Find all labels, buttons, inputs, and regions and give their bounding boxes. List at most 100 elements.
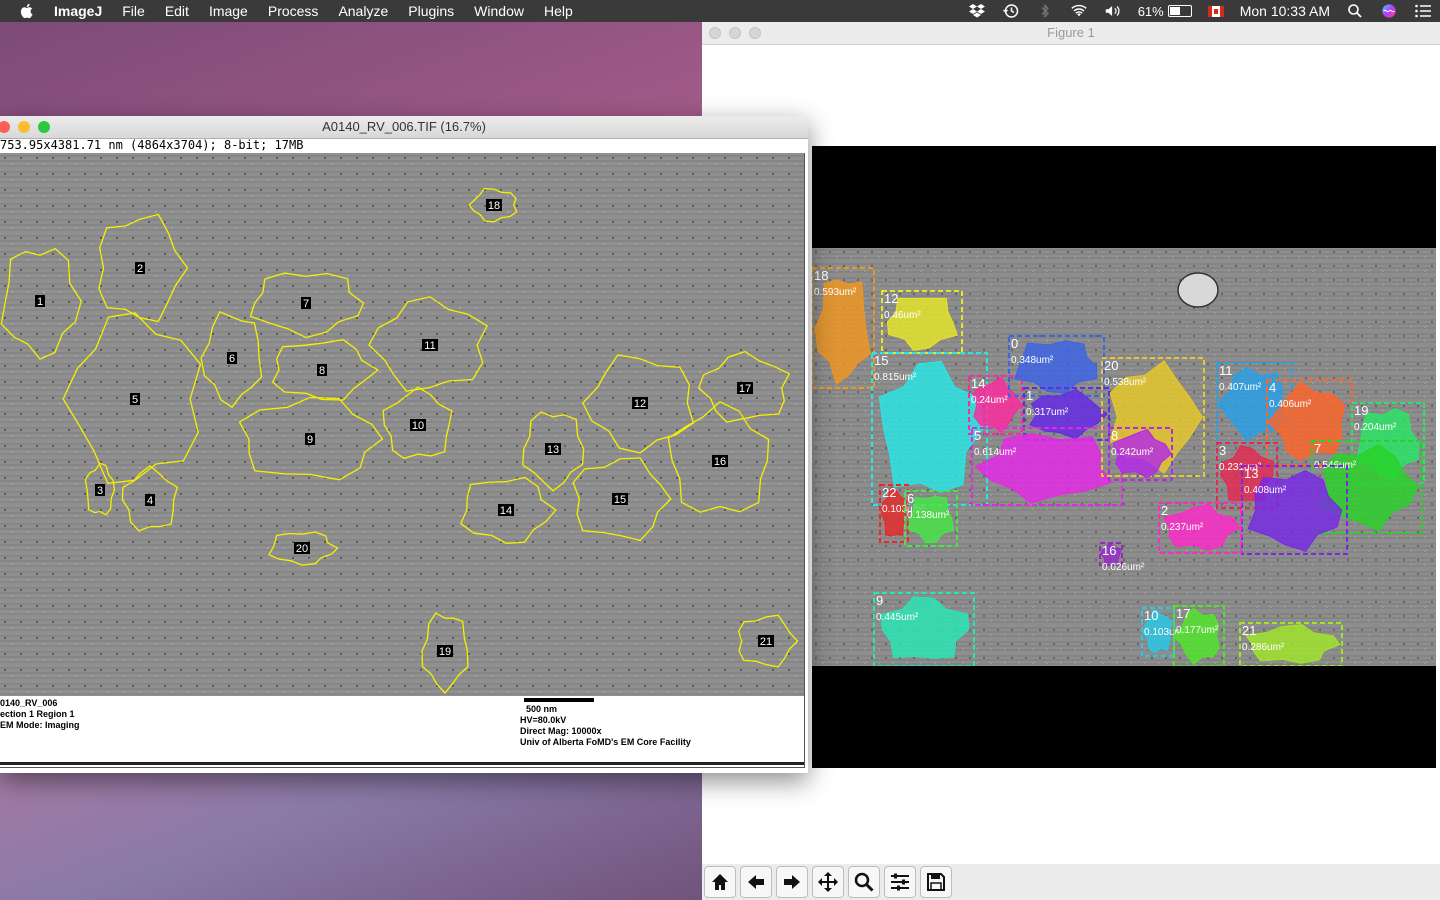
wifi-icon[interactable] bbox=[1070, 3, 1088, 19]
back-arrow-icon bbox=[748, 875, 764, 889]
segment-area-label: 0.408um² bbox=[1244, 485, 1287, 496]
menu-edit[interactable]: Edit bbox=[165, 3, 189, 19]
roi-label: 1 bbox=[37, 296, 43, 308]
spotlight-search-icon[interactable] bbox=[1346, 3, 1364, 19]
menu-process[interactable]: Process bbox=[268, 3, 319, 19]
roi-label: 14 bbox=[500, 505, 512, 517]
segmentation-overlay: 180.593um² 120.46um²150.815um² 140.24um²00… bbox=[812, 248, 1436, 666]
footer-sample-id: 0140_RV_006 bbox=[0, 698, 58, 708]
home-button[interactable] bbox=[704, 866, 736, 898]
segment-area-label: 0.237um² bbox=[1161, 522, 1204, 533]
figure-window: Figure 1 1 8 0.593um² 12 0.46um² 15 0.815um² 14… bbox=[702, 22, 1440, 900]
segment-area-label: 0.026um² bbox=[1102, 562, 1145, 573]
volume-icon[interactable] bbox=[1104, 3, 1122, 19]
menu-app-name[interactable]: ImageJ bbox=[54, 3, 102, 19]
close-button[interactable] bbox=[0, 121, 10, 133]
segment-area-label: 0.445um² bbox=[876, 612, 919, 623]
segment-area-label: 0.815um² bbox=[874, 372, 917, 383]
segment-area-label: 0.614um² bbox=[974, 447, 1017, 458]
segment-id-label: 16 bbox=[1102, 543, 1116, 558]
zoom-button[interactable] bbox=[848, 866, 880, 898]
segment-area-label: 0.242um² bbox=[1111, 447, 1154, 458]
image-info-line: 753.95x4381.71 nm (4864x3704); 8-bit; 17… bbox=[0, 138, 304, 152]
micrograph-footer-right: 500 nm HV=80.0kV Direct Mag: 10000x Univ… bbox=[520, 698, 691, 748]
save-button[interactable] bbox=[920, 866, 952, 898]
save-icon bbox=[927, 873, 945, 891]
roi-overlay: 123456789101112131415161718192021 bbox=[0, 153, 804, 696]
menu-plugins[interactable]: Plugins bbox=[408, 3, 454, 19]
input-source-canada-flag-icon[interactable] bbox=[1207, 5, 1224, 17]
segment-area-label: 0.46um² bbox=[884, 310, 921, 321]
figure-canvas[interactable]: 18 0.593um² 12 0.46um² 15 0.815um² 14 0.24um² 0 0… bbox=[812, 146, 1436, 768]
roi-label: 8 bbox=[319, 365, 325, 377]
segment-id-label: 21 bbox=[1242, 623, 1256, 638]
roi-label: 19 bbox=[439, 646, 451, 658]
siri-icon[interactable] bbox=[1380, 3, 1398, 19]
segment-area-label: 0.406um² bbox=[1269, 399, 1312, 410]
segment-id-label: 14 bbox=[971, 376, 985, 391]
notification-center-icon[interactable] bbox=[1414, 3, 1432, 19]
menu-help[interactable]: Help bbox=[544, 3, 573, 19]
roi-label: 16 bbox=[714, 456, 726, 468]
figure-title-bar[interactable]: Figure 1 bbox=[702, 22, 1440, 45]
segment-area-label: 0.204um² bbox=[1354, 422, 1397, 433]
roi-label: 5 bbox=[132, 394, 138, 406]
image-title: A0140_RV_006.TIF (16.7%) bbox=[322, 119, 486, 134]
close-button[interactable] bbox=[709, 27, 721, 39]
segment-area-label: 0.538um² bbox=[1104, 377, 1147, 388]
menubar-clock[interactable]: Mon 10:33 AM bbox=[1240, 3, 1330, 19]
segment-id-label: 13 bbox=[1244, 466, 1258, 481]
forward-arrow-icon bbox=[784, 875, 800, 889]
roi-label: 13 bbox=[547, 444, 559, 456]
imagej-title-bar[interactable]: A0140_RV_006.TIF (16.7%) bbox=[0, 116, 808, 139]
segment-area-label: 0.348um² bbox=[1011, 355, 1054, 366]
segment-id-label: 12 bbox=[884, 291, 898, 306]
scale-bar bbox=[524, 698, 594, 702]
imagej-image-window: A0140_RV_006.TIF (16.7%) 753.95x4381.71 … bbox=[0, 116, 808, 773]
minimize-button[interactable] bbox=[18, 121, 30, 133]
roi-label: 9 bbox=[307, 434, 313, 446]
time-machine-icon[interactable] bbox=[1002, 3, 1020, 19]
pan-button[interactable] bbox=[812, 866, 844, 898]
menu-window[interactable]: Window bbox=[474, 3, 524, 19]
em-micrograph: 1 2 3 4 5 6 7 8 9 10 11 12 13 14 15 16 17 18 19 20 21 bbox=[0, 153, 804, 696]
battery-status[interactable]: 61% bbox=[1138, 4, 1192, 19]
image-canvas[interactable]: 1 2 3 4 5 6 7 8 9 10 11 12 13 14 15 16 17 18 19 20 21 0140_R… bbox=[0, 153, 805, 768]
battery-percent: 61% bbox=[1137, 3, 1164, 19]
segment-id-label: 2 bbox=[1161, 503, 1168, 518]
bluetooth-icon[interactable] bbox=[1036, 3, 1054, 19]
micrograph-footer-left: 0140_RV_006 ection 1 Region 1 EM Mode: I… bbox=[0, 698, 80, 731]
segment-id-label: 15 bbox=[874, 353, 888, 368]
segment-id-label: 3 bbox=[1219, 443, 1226, 458]
apple-icon[interactable] bbox=[18, 2, 36, 20]
segment-id-label: 19 bbox=[1354, 403, 1368, 418]
footer-mode: EM Mode: Imaging bbox=[0, 720, 80, 730]
roi-label: 20 bbox=[296, 543, 308, 555]
menu-image[interactable]: Image bbox=[209, 3, 248, 19]
segment-id-label: 8 bbox=[1111, 428, 1118, 443]
menu-file[interactable]: File bbox=[122, 3, 145, 19]
segment-id-label: 11 bbox=[1219, 363, 1233, 378]
segmentation-image: 18 0.593um² 12 0.46um² 15 0.815um² 14 0.24um² 0 0… bbox=[812, 248, 1436, 666]
roi-label: 15 bbox=[614, 494, 626, 506]
segment-id-label: 5 bbox=[974, 428, 981, 443]
segment-area-label: 0.593um² bbox=[814, 287, 857, 298]
zoom-icon bbox=[854, 872, 874, 892]
back-button[interactable] bbox=[740, 866, 772, 898]
roi-label: 3 bbox=[97, 485, 103, 497]
forward-button[interactable] bbox=[776, 866, 808, 898]
segment-id-label: 9 bbox=[876, 593, 883, 608]
zoom-button[interactable] bbox=[749, 27, 761, 39]
minimize-button[interactable] bbox=[729, 27, 741, 39]
configure-subplots-button[interactable] bbox=[884, 866, 916, 898]
segment-area-label: 0.286um² bbox=[1242, 642, 1285, 653]
menu-analyze[interactable]: Analyze bbox=[338, 3, 388, 19]
zoom-button[interactable] bbox=[38, 121, 50, 133]
roi-label: 10 bbox=[412, 420, 424, 432]
segment-id-label: 1 bbox=[1026, 388, 1033, 403]
footer-section: ection 1 Region 1 bbox=[0, 709, 75, 719]
dropbox-icon[interactable] bbox=[968, 3, 986, 19]
roi-label: 11 bbox=[424, 340, 435, 352]
roi-label: 2 bbox=[137, 263, 143, 275]
segment-area-label: 0.546um² bbox=[1314, 460, 1357, 471]
